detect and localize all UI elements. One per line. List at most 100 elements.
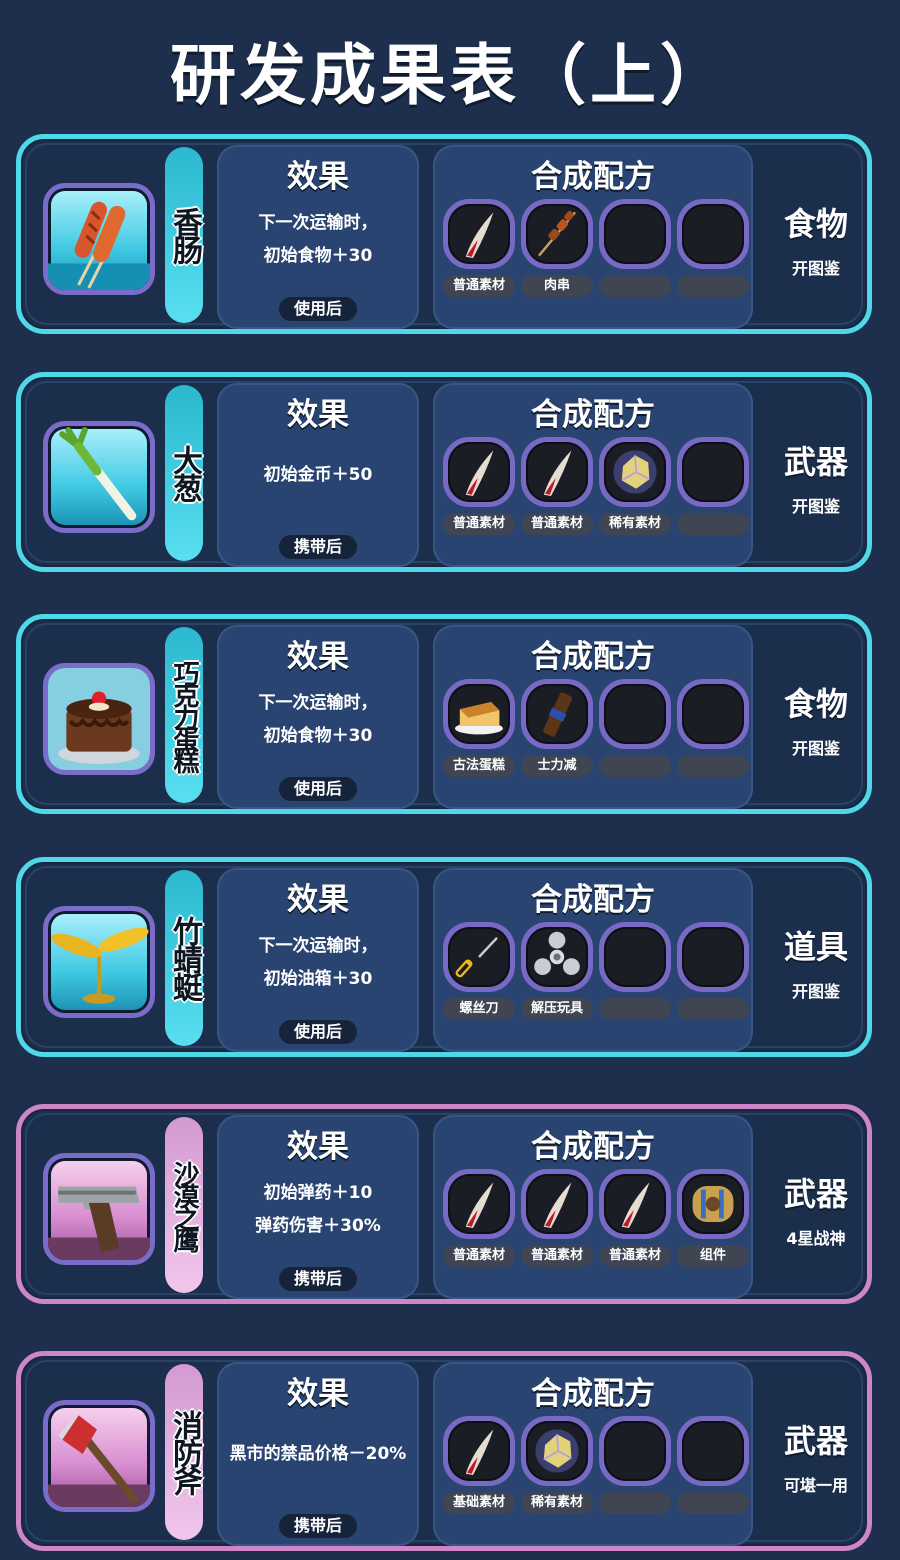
- empty-ingredient-slot[interactable]: [599, 1416, 671, 1514]
- ingredient-label: 稀有素材: [521, 1492, 593, 1514]
- item-source: 开图鉴: [791, 259, 840, 278]
- ingredient-slot[interactable]: 基础素材: [443, 1416, 515, 1514]
- recipe-panel-title: 合成配方: [531, 397, 655, 433]
- recipe-panel-title: 合成配方: [531, 1129, 655, 1165]
- ingredient-slot[interactable]: 古法蛋糕: [443, 679, 515, 777]
- empty-ingredient-slot[interactable]: [677, 679, 749, 777]
- ingredient-frame: [521, 1169, 593, 1239]
- fidget-spinner-icon: [526, 927, 588, 987]
- item-name-strip: 大葱: [165, 385, 203, 561]
- effect-panel: 效果 下一次运输时， 初始油箱＋30 使用后: [217, 868, 419, 1052]
- empty-slot: [682, 927, 744, 987]
- empty-ingredient-slot[interactable]: [599, 922, 671, 1020]
- effect-timing-badge: 携带后: [279, 1514, 357, 1538]
- component-icon: [682, 1174, 744, 1234]
- effect-line: 弹药伤害＋30%: [255, 1216, 381, 1236]
- item-icon-frame[interactable]: [43, 421, 155, 533]
- ingredient-slot[interactable]: 普通素材: [443, 199, 515, 297]
- ingredient-label: [599, 1492, 671, 1514]
- empty-ingredient-slot[interactable]: [677, 199, 749, 297]
- effect-timing-badge: 携带后: [279, 535, 357, 559]
- item-category: 武器 开图鉴: [755, 377, 877, 517]
- ingredient-slot[interactable]: 解压玩具: [521, 922, 593, 1020]
- item-type: 武器: [783, 1175, 848, 1213]
- item-name: 沙漠之鹰: [169, 1161, 199, 1249]
- item-category: 武器 可堪一用: [755, 1356, 877, 1496]
- ingredient-slot[interactable]: 肉串: [521, 199, 593, 297]
- effect-line: 初始油箱＋30: [263, 969, 373, 989]
- ingredient-frame: [599, 199, 671, 269]
- ingredient-slot[interactable]: 士力减: [521, 679, 593, 777]
- ingredient-slot[interactable]: 螺丝刀: [443, 922, 515, 1020]
- item-icon-frame[interactable]: [43, 906, 155, 1018]
- sausage-icon: [48, 188, 150, 290]
- ingredient-frame: [599, 679, 671, 749]
- item-card[interactable]: 香肠 效果 下一次运输时， 初始食物＋30 使用后 合成配方 普通素材 肉串 食物 开图鉴: [16, 134, 872, 334]
- effect-line: 初始金币＋50: [263, 465, 373, 485]
- ingredient-slot[interactable]: 普通素材: [599, 1169, 671, 1267]
- ingredient-frame: [599, 437, 671, 507]
- item-source: 开图鉴: [791, 982, 840, 1001]
- item-card[interactable]: 巧克力蛋糕 效果 下一次运输时， 初始食物＋30 使用后 合成配方 古法蛋糕 士力减 食物 开图鉴: [16, 614, 872, 814]
- empty-slot: [604, 1421, 666, 1481]
- ingredient-frame: [443, 1416, 515, 1486]
- recipe-panel-title: 合成配方: [531, 159, 655, 195]
- ingredient-slot[interactable]: 普通素材: [521, 1169, 593, 1267]
- empty-ingredient-slot[interactable]: [599, 679, 671, 777]
- ingredient-label: 普通素材: [599, 1245, 671, 1267]
- empty-ingredient-slot[interactable]: [677, 1416, 749, 1514]
- item-icon-frame[interactable]: [43, 1153, 155, 1265]
- claw-icon: [604, 1174, 666, 1234]
- screwdriver-icon: [448, 927, 510, 987]
- ingredient-label: 普通素材: [521, 513, 593, 535]
- item-icon-frame[interactable]: [43, 663, 155, 775]
- fire-axe-icon: [48, 1405, 150, 1507]
- item-source: 可堪一用: [783, 1476, 848, 1495]
- empty-ingredient-slot[interactable]: [599, 199, 671, 297]
- item-source: 4星战神: [786, 1229, 846, 1248]
- ingredient-label: 古法蛋糕: [443, 755, 515, 777]
- item-icon-frame[interactable]: [43, 183, 155, 295]
- recipe-panel: 合成配方基础素材 稀有素材: [433, 1362, 753, 1546]
- item-name: 大葱: [167, 445, 202, 501]
- item-name-strip: 沙漠之鹰: [165, 1117, 203, 1293]
- claw-icon: [526, 442, 588, 502]
- empty-ingredient-slot[interactable]: [677, 922, 749, 1020]
- item-name-strip: 竹蜻蜓: [165, 870, 203, 1046]
- skewer-icon: [526, 204, 588, 264]
- effect-timing-badge: 使用后: [279, 777, 357, 801]
- item-card[interactable]: 竹蜻蜓 效果 下一次运输时， 初始油箱＋30 使用后 合成配方 螺丝刀 解压玩具 道具 开图鉴: [16, 857, 872, 1057]
- claw-icon: [448, 1174, 510, 1234]
- ingredient-frame: [521, 199, 593, 269]
- ingredient-frame: [521, 1416, 593, 1486]
- recipe-panel: 合成配方 普通素材 肉串: [433, 145, 753, 329]
- effect-panel-title: 效果: [287, 882, 349, 918]
- green-onion-icon: [48, 426, 150, 528]
- ingredient-label: 基础素材: [443, 1492, 515, 1514]
- item-category: 食物 开图鉴: [755, 619, 877, 759]
- ingredient-slot[interactable]: 组件: [677, 1169, 749, 1267]
- effect-panel: 效果 初始金币＋50 携带后: [217, 383, 419, 567]
- item-card[interactable]: 消防斧 效果 黑市的禁品价格－20% 携带后 合成配方 基础素材 稀有素材 武器 可堪一用: [16, 1351, 872, 1551]
- ingredient-label: [677, 1492, 749, 1514]
- empty-slot: [604, 204, 666, 264]
- item-icon-frame[interactable]: [43, 1400, 155, 1512]
- ingredient-slot[interactable]: 稀有素材: [599, 437, 671, 535]
- ingredient-label: 解压玩具: [521, 998, 593, 1020]
- recipe-panel-title: 合成配方: [531, 1376, 655, 1412]
- item-card[interactable]: 沙漠之鹰 效果 初始弹药＋10 弹药伤害＋30% 携带后 合成配方 普通素材 普通素材 普通素材…: [16, 1104, 872, 1304]
- recipe-panel-title: 合成配方: [531, 882, 655, 918]
- empty-slot: [604, 684, 666, 744]
- claw-icon: [448, 204, 510, 264]
- bamboo-copter-icon: [48, 911, 150, 1013]
- ingredient-slot[interactable]: 稀有素材: [521, 1416, 593, 1514]
- ingredient-slot[interactable]: 普通素材: [443, 437, 515, 535]
- empty-ingredient-slot[interactable]: [677, 437, 749, 535]
- item-card[interactable]: 大葱 效果 初始金币＋50 携带后 合成配方 普通素材 普通素材 稀有素材 武器 开图鉴: [16, 372, 872, 572]
- ingredient-label: 普通素材: [443, 1245, 515, 1267]
- ingredient-slot[interactable]: 普通素材: [443, 1169, 515, 1267]
- effect-line: 黑市的禁品价格－20%: [229, 1444, 407, 1464]
- ingredient-label: 士力减: [521, 755, 593, 777]
- ingredient-slot[interactable]: 普通素材: [521, 437, 593, 535]
- ingredient-label: 肉串: [521, 275, 593, 297]
